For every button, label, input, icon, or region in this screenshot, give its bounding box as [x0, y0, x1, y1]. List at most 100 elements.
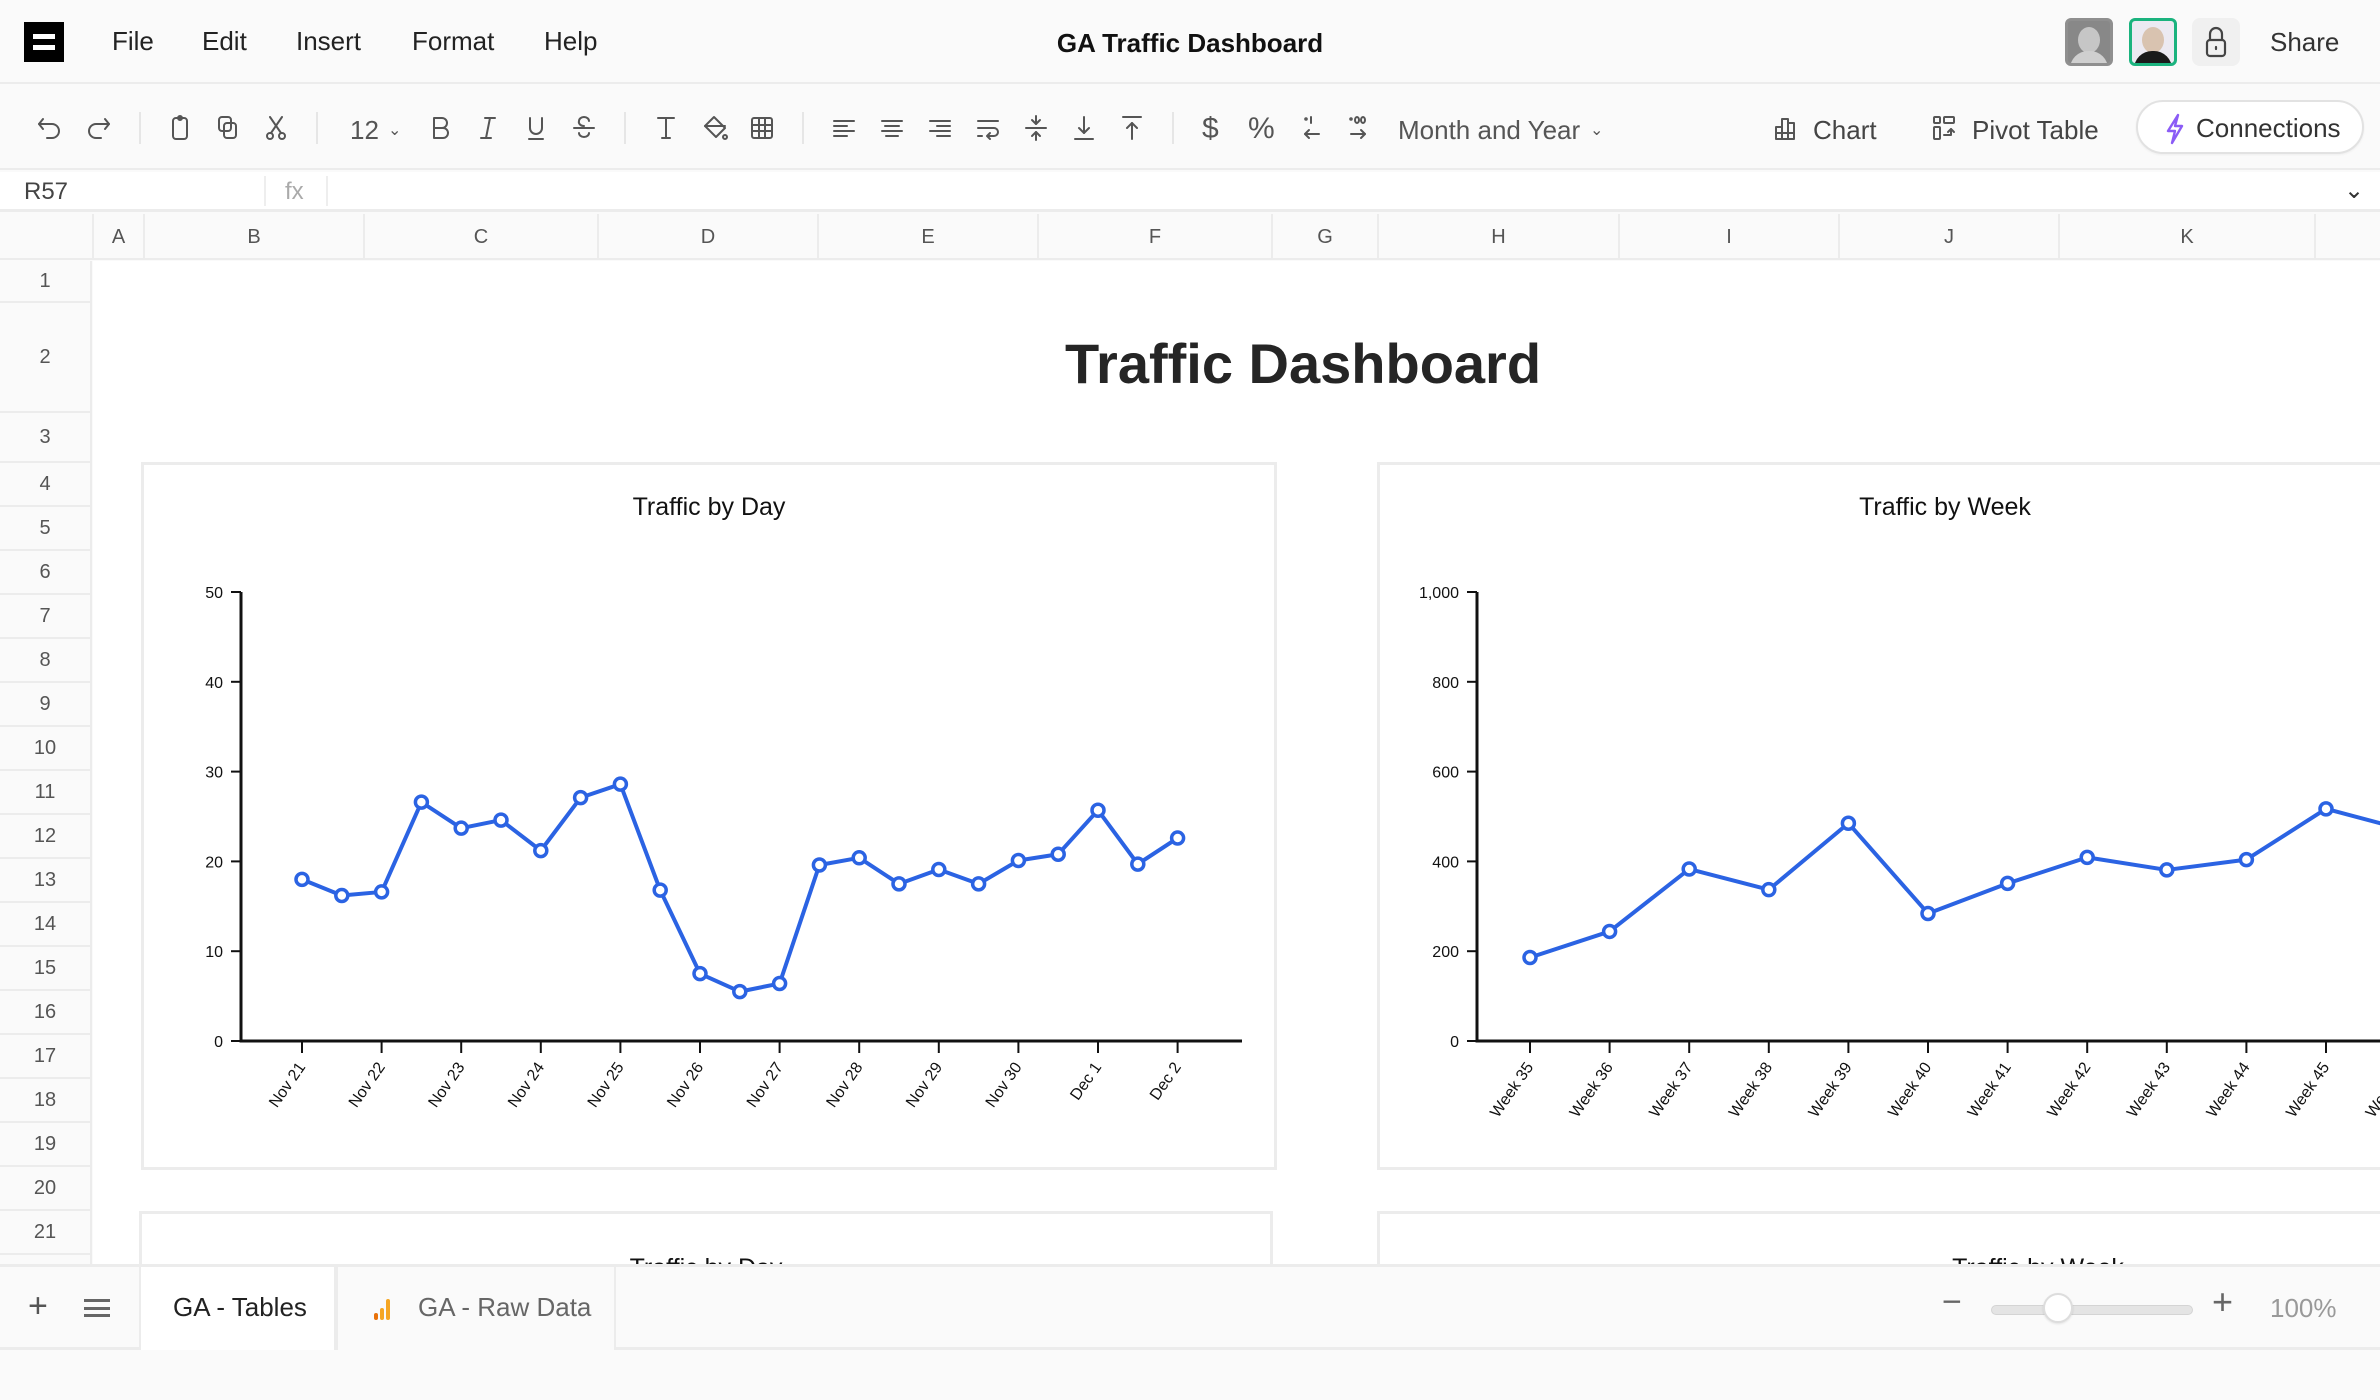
- formula-input[interactable]: [330, 172, 2320, 210]
- zoom-slider-thumb[interactable]: [2042, 1293, 2073, 1323]
- data-point[interactable]: [493, 812, 509, 828]
- menu-help[interactable]: Help: [544, 26, 597, 57]
- font-size-chevron-icon[interactable]: ⌄: [388, 120, 401, 140]
- column-header[interactable]: C: [363, 214, 597, 260]
- number-format-chevron-icon[interactable]: ⌄: [1590, 120, 1603, 140]
- data-point[interactable]: [572, 789, 589, 806]
- share-button[interactable]: Share: [2270, 27, 2339, 58]
- menu-format[interactable]: Format: [412, 26, 494, 57]
- data-point[interactable]: [612, 776, 629, 792]
- data-point[interactable]: [771, 975, 788, 992]
- row-header[interactable]: 12: [0, 815, 90, 859]
- column-header[interactable]: F: [1037, 214, 1271, 260]
- data-point[interactable]: [2079, 849, 2095, 866]
- vertical-align-middle-icon[interactable]: [1018, 110, 1054, 146]
- wrap-text-icon[interactable]: [970, 110, 1006, 146]
- column-header[interactable]: G: [1271, 214, 1377, 260]
- data-point[interactable]: [413, 794, 430, 810]
- expand-formula-chevron-icon[interactable]: ⌄: [2344, 176, 2364, 205]
- chart-icon[interactable]: [1768, 110, 1804, 146]
- row-header[interactable]: 8: [0, 639, 90, 683]
- row-header[interactable]: 9: [0, 683, 90, 727]
- data-point[interactable]: [453, 820, 469, 836]
- bold-icon[interactable]: [422, 110, 458, 146]
- data-point[interactable]: [1169, 830, 1186, 846]
- data-point[interactable]: [373, 884, 390, 900]
- row-header[interactable]: 21: [0, 1211, 90, 1255]
- data-point[interactable]: [2318, 801, 2334, 817]
- row-header[interactable]: 16: [0, 991, 90, 1035]
- copy-icon[interactable]: [210, 110, 246, 146]
- vertical-align-bottom-icon[interactable]: [1066, 110, 1102, 146]
- add-sheet-button[interactable]: +: [28, 1287, 48, 1326]
- row-header[interactable]: 11: [0, 771, 90, 815]
- column-header[interactable]: A: [92, 214, 143, 260]
- vertical-align-top-icon[interactable]: [1114, 110, 1150, 146]
- sheet-tab-ga-tables[interactable]: GA - Tables: [139, 1267, 336, 1350]
- chart-traffic-by-day-2[interactable]: Traffic by Day: [139, 1211, 1273, 1264]
- redo-icon[interactable]: [80, 110, 116, 146]
- strikethrough-icon[interactable]: [566, 110, 602, 146]
- data-point[interactable]: [692, 965, 708, 982]
- text-format-icon[interactable]: [648, 110, 684, 146]
- app-logo-icon[interactable]: [24, 22, 64, 62]
- collaborator-avatar[interactable]: [2129, 18, 2177, 66]
- column-header[interactable]: J: [1838, 214, 2058, 260]
- menu-insert[interactable]: Insert: [296, 26, 361, 57]
- chart-traffic-by-week[interactable]: Traffic by Week 0 200 400 600 800 1,000 Week 35…: [1377, 462, 2380, 1170]
- row-header[interactable]: 19: [0, 1123, 90, 1167]
- connections-button[interactable]: Connections: [2136, 100, 2364, 154]
- cell-reference[interactable]: R57: [24, 178, 68, 206]
- menu-edit[interactable]: Edit: [202, 26, 247, 57]
- currency-format-button[interactable]: $: [1202, 112, 1219, 146]
- row-header[interactable]: 1: [0, 261, 90, 303]
- data-point[interactable]: [851, 850, 867, 866]
- data-point[interactable]: [891, 876, 907, 892]
- insert-chart-button[interactable]: Chart: [1813, 115, 1877, 146]
- data-point[interactable]: [1999, 875, 2016, 892]
- row-header[interactable]: 13: [0, 859, 90, 903]
- cut-icon[interactable]: [258, 110, 294, 146]
- column-header[interactable]: [2314, 214, 2380, 260]
- sheet-canvas[interactable]: Traffic Dashboard Traffic by Day 0 10 20 30 4…: [93, 261, 2380, 1264]
- data-point[interactable]: [931, 861, 947, 878]
- row-header[interactable]: 18: [0, 1079, 90, 1123]
- data-point[interactable]: [334, 887, 350, 904]
- zoom-slider-track[interactable]: [1991, 1305, 2193, 1315]
- pivot-table-button[interactable]: Pivot Table: [1972, 115, 2099, 146]
- borders-icon[interactable]: [744, 110, 780, 146]
- sheet-tab-ga-raw-data[interactable]: GA - Raw Data: [336, 1267, 616, 1350]
- data-point[interactable]: [2159, 862, 2175, 878]
- column-header[interactable]: D: [597, 214, 817, 260]
- percent-format-button[interactable]: %: [1248, 112, 1275, 146]
- row-header[interactable]: 3: [0, 413, 90, 463]
- menu-file[interactable]: File: [112, 26, 154, 57]
- column-header[interactable]: B: [143, 214, 363, 260]
- data-point[interactable]: [2238, 851, 2255, 868]
- paste-icon[interactable]: [162, 110, 198, 146]
- chart-traffic-by-day[interactable]: Traffic by Day 0 10 20 30 40 50 Nov 21 Nov 22 Nov…: [141, 462, 1277, 1170]
- number-format-select[interactable]: Month and Year: [1398, 115, 1580, 146]
- data-point[interactable]: [811, 857, 828, 873]
- row-header[interactable]: 20: [0, 1167, 90, 1211]
- data-point[interactable]: [1130, 856, 1146, 872]
- align-left-icon[interactable]: [826, 110, 862, 146]
- row-header[interactable]: 7: [0, 595, 90, 639]
- align-right-icon[interactable]: [922, 110, 958, 146]
- zoom-out-button[interactable]: −: [1942, 1283, 1962, 1322]
- data-point[interactable]: [652, 882, 668, 898]
- data-point[interactable]: [1090, 802, 1106, 818]
- data-point[interactable]: [732, 983, 748, 1000]
- sheet-list-menu-icon[interactable]: [84, 1299, 110, 1317]
- row-header[interactable]: 4: [0, 463, 90, 507]
- row-header[interactable]: 15: [0, 947, 90, 991]
- underline-icon[interactable]: [518, 110, 554, 146]
- column-header[interactable]: E: [817, 214, 1037, 260]
- data-point[interactable]: [1601, 923, 1618, 940]
- data-point[interactable]: [1010, 852, 1027, 869]
- row-header[interactable]: 14: [0, 903, 90, 947]
- increase-decimal-icon[interactable]: [1340, 110, 1376, 146]
- italic-icon[interactable]: [470, 110, 506, 146]
- data-point[interactable]: [1761, 881, 1777, 898]
- row-header[interactable]: 5: [0, 507, 90, 551]
